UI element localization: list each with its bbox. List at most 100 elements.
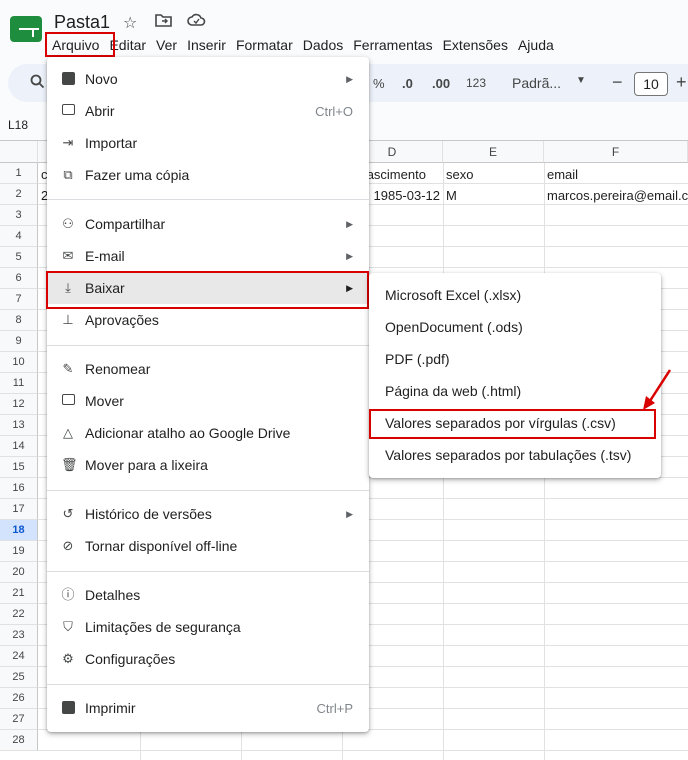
row-head-20[interactable]: 20 xyxy=(0,562,38,583)
row-head-9[interactable]: 9 xyxy=(0,331,38,352)
row-head-5[interactable]: 5 xyxy=(0,247,38,268)
row-head-8[interactable]: 8 xyxy=(0,310,38,331)
menu-label: E-mail xyxy=(85,248,125,264)
shield-icon: ⛉ xyxy=(63,619,73,634)
document-title[interactable]: Pasta1 xyxy=(54,12,110,33)
menu-dados[interactable]: Dados xyxy=(299,36,347,56)
star-icon[interactable]: ☆ xyxy=(123,13,137,33)
menu-ferramentas[interactable]: Ferramentas xyxy=(349,36,436,56)
download-ods[interactable]: OpenDocument (.ods) xyxy=(385,311,523,343)
row-head-12[interactable]: 12 xyxy=(0,394,38,415)
download-xlsx[interactable]: Microsoft Excel (.xlsx) xyxy=(385,279,521,311)
menu-ajuda[interactable]: Ajuda xyxy=(514,36,558,56)
cell-f1[interactable]: email xyxy=(547,164,578,185)
select-all-corner[interactable] xyxy=(0,141,38,163)
menu-item-email[interactable]: ✉ E-mail ▶ xyxy=(47,240,369,272)
row-head-24[interactable]: 24 xyxy=(0,646,38,667)
submenu-arrow-icon: ▶ xyxy=(346,508,353,519)
row-head-17[interactable]: 17 xyxy=(0,499,38,520)
name-box[interactable]: L18 xyxy=(8,118,28,132)
cell-e2[interactable]: M xyxy=(446,185,457,206)
offline-check-icon: ⊘ xyxy=(62,538,74,553)
menu-item-importar[interactable]: ⇥ Importar xyxy=(47,127,369,159)
more-formats-button[interactable]: 123 xyxy=(466,76,486,90)
decrease-decimal-button[interactable]: .0 xyxy=(402,76,413,91)
menu-item-offline[interactable]: ⊘ Tornar disponível off-line xyxy=(47,530,369,562)
shortcut-label: Ctrl+P xyxy=(316,700,353,716)
trash-icon: 🗑 xyxy=(61,457,78,472)
row-head-7[interactable]: 7 xyxy=(0,289,38,310)
menu-inserir[interactable]: Inserir xyxy=(183,36,230,56)
cell-e1[interactable]: sexo xyxy=(446,164,473,185)
menu-formatar[interactable]: Formatar xyxy=(232,36,297,56)
font-dropdown-icon[interactable]: ▼ xyxy=(576,75,586,86)
col-head-f[interactable]: F xyxy=(544,141,688,163)
increase-decimal-button[interactable]: .00 xyxy=(432,76,450,91)
row-head-11[interactable]: 11 xyxy=(0,373,38,394)
increase-font-size-button[interactable]: + xyxy=(676,72,687,93)
row-head-22[interactable]: 22 xyxy=(0,604,38,625)
row-head-21[interactable]: 21 xyxy=(0,583,38,604)
col-head-e[interactable]: E xyxy=(443,141,544,163)
menu-item-seguranca[interactable]: ⛉ Limitações de segurança xyxy=(47,611,369,643)
sheets-logo-icon[interactable] xyxy=(10,16,42,42)
row-head-27[interactable]: 27 xyxy=(0,709,38,730)
printer-icon xyxy=(61,701,75,715)
menu-item-atalho[interactable]: △ Adicionar atalho ao Google Drive xyxy=(47,417,369,449)
row-head-26[interactable]: 26 xyxy=(0,688,38,709)
menu-extensoes[interactable]: Extensões xyxy=(439,36,512,56)
row-head-28[interactable]: 28 xyxy=(0,730,38,751)
gear-icon: ⚙ xyxy=(62,651,74,666)
download-pdf[interactable]: PDF (.pdf) xyxy=(385,343,450,375)
menu-item-renomear[interactable]: ✎ Renomear xyxy=(47,353,369,385)
download-tsv[interactable]: Valores separados por tabulações (.tsv) xyxy=(385,439,631,471)
row-head-23[interactable]: 23 xyxy=(0,625,38,646)
import-icon: ⇥ xyxy=(62,135,74,150)
row-head-13[interactable]: 13 xyxy=(0,415,38,436)
menu-label: Mover xyxy=(85,393,124,409)
mail-icon: ✉ xyxy=(62,248,74,263)
menu-item-abrir[interactable]: Abrir Ctrl+O xyxy=(47,95,369,127)
menu-item-novo[interactable]: Novo ▶ xyxy=(47,63,369,95)
row-head-25[interactable]: 25 xyxy=(0,667,38,688)
menu-item-historico[interactable]: ↺ Histórico de versões ▶ xyxy=(47,498,369,530)
row-head-18[interactable]: 18 xyxy=(0,520,38,541)
cell-f2[interactable]: marcos.pereira@email.c xyxy=(547,185,688,206)
download-html[interactable]: Página da web (.html) xyxy=(385,375,521,407)
cloud-status-icon[interactable] xyxy=(187,13,206,32)
row-head-16[interactable]: 16 xyxy=(0,478,38,499)
menu-label: Detalhes xyxy=(85,587,141,603)
font-size-input[interactable]: 10 xyxy=(634,72,668,96)
menu-item-lixeira[interactable]: 🗑 Mover para a lixeira xyxy=(47,449,369,481)
folder-open-icon xyxy=(61,104,75,118)
menu-item-compartilhar[interactable]: ⚇ Compartilhar ▶ xyxy=(47,208,369,240)
row-head-2[interactable]: 2 xyxy=(0,184,38,205)
menu-item-mover[interactable]: Mover xyxy=(47,385,369,417)
row-head-19[interactable]: 19 xyxy=(0,541,38,562)
person-add-icon: ⚇ xyxy=(62,216,74,231)
search-menus-icon[interactable] xyxy=(30,74,45,92)
row-head-15[interactable]: 15 xyxy=(0,457,38,478)
row-head-14[interactable]: 14 xyxy=(0,436,38,457)
submenu-arrow-icon: ▶ xyxy=(346,73,353,84)
arquivo-menu: Novo ▶ Abrir Ctrl+O ⇥ Importar ⧉ Fazer u… xyxy=(47,57,369,732)
row-head-6[interactable]: 6 xyxy=(0,268,38,289)
row-head-4[interactable]: 4 xyxy=(0,226,38,247)
menu-label: Imprimir xyxy=(85,700,136,716)
menu-item-imprimir[interactable]: Imprimir Ctrl+P xyxy=(47,692,369,724)
row-head-1[interactable]: 1 xyxy=(0,163,38,184)
move-folder-icon[interactable] xyxy=(155,13,172,32)
menu-item-config[interactable]: ⚙ Configurações xyxy=(47,643,369,675)
red-arrow-annotation xyxy=(643,369,672,410)
row-head-10[interactable]: 10 xyxy=(0,352,38,373)
format-percent-button[interactable]: % xyxy=(373,76,385,91)
menu-item-copia[interactable]: ⧉ Fazer uma cópia xyxy=(47,159,369,191)
menu-item-detalhes[interactable]: ⓘ Detalhes xyxy=(47,579,369,611)
menu-ver[interactable]: Ver xyxy=(152,36,181,56)
row-head-3[interactable]: 3 xyxy=(0,205,38,226)
font-select[interactable]: Padrã... xyxy=(512,75,561,91)
pencil-icon: ✎ xyxy=(62,361,74,376)
approval-stamp-icon: ⊥ xyxy=(62,312,74,327)
decrease-font-size-button[interactable]: − xyxy=(612,72,623,93)
menu-label: Configurações xyxy=(85,651,176,667)
